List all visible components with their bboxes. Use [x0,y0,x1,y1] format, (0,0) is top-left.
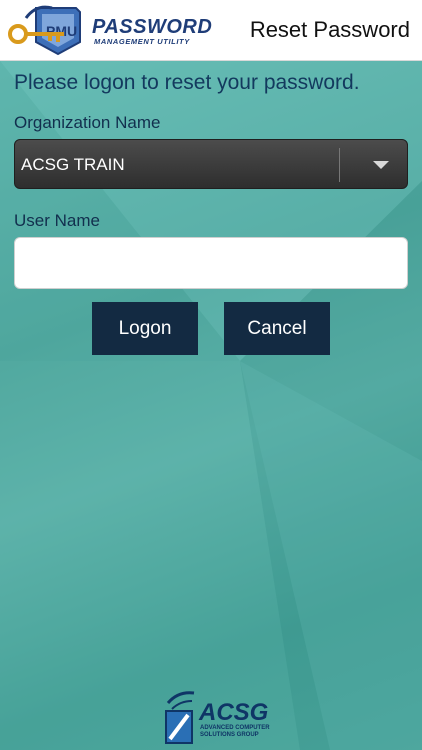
logon-button[interactable]: Logon [92,302,198,355]
cancel-button[interactable]: Cancel [224,302,330,355]
acsg-logo-icon [165,691,195,744]
acsg-logo: ACSG ADVANCED COMPUTER SOLUTIONS GROUP [162,689,270,747]
pmu-logo: PMU PASSWORD MANAGEMENT UTILITY [6,4,212,56]
page-title: Reset Password [249,17,410,42]
user-name-label: User Name [14,211,100,230]
user-name-input[interactable] [14,237,408,289]
key-shield-logo-icon: PMU [8,5,81,56]
organization-label: Organization Name [14,113,161,132]
main-content: Please logon to reset your password. Org… [0,61,422,750]
organization-select[interactable]: ACSG TRAIN [14,139,408,189]
organization-value: ACSG TRAIN [21,155,125,174]
app-header: PMU PASSWORD MANAGEMENT UTILITY Reset Pa… [0,0,422,61]
logo-subtitle: MANAGEMENT UTILITY [94,37,190,46]
chevron-down-icon[interactable] [373,161,389,169]
logo-title: PASSWORD [92,16,213,38]
logon-prompt: Please logon to reset your password. [14,71,360,94]
select-divider [339,148,340,182]
footer-brand-sub: ADVANCED COMPUTER SOLUTIONS GROUP [200,725,270,738]
footer-brand: ACSG [199,699,269,726]
